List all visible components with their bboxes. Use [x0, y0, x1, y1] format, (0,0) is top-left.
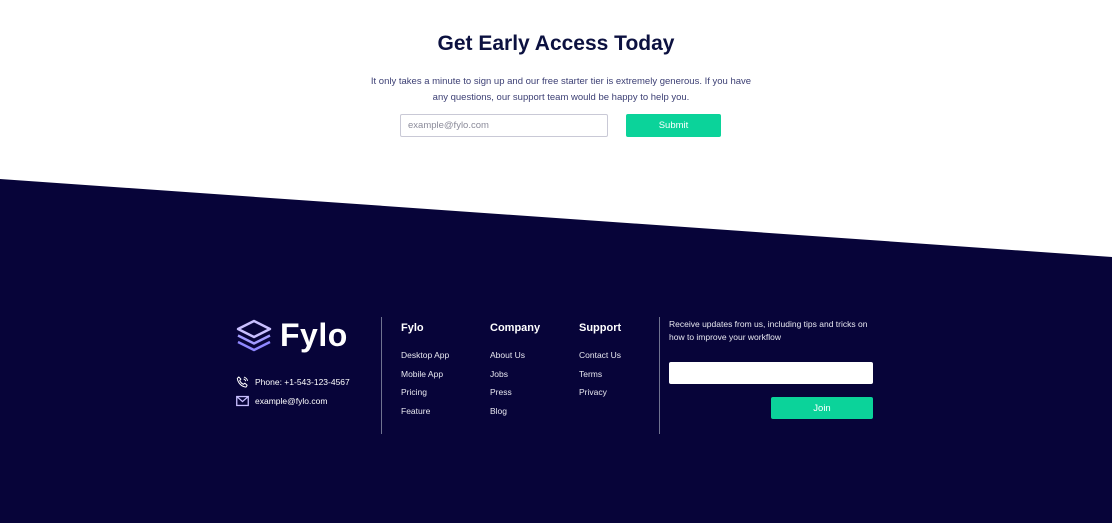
site-footer: Fylo Phone: +1-543-123-4567 example@fylo…: [0, 0, 1112, 523]
footer-link-pricing[interactable]: Pricing: [401, 387, 449, 406]
footer-link-blog[interactable]: Blog: [490, 406, 540, 425]
footer-divider: [659, 317, 660, 434]
footer-column-title: Company: [490, 322, 541, 334]
brand-name: Fylo: [280, 317, 348, 353]
newsletter-text: Receive updates from us, including tips …: [669, 319, 868, 342]
contact-phone: Phone: +1-543-123-4567: [236, 376, 350, 388]
newsletter-email-input[interactable]: [669, 362, 873, 384]
footer-column-support: Support Contact Us Terms Privacy: [579, 322, 621, 406]
email-text: example@fylo.com: [255, 396, 328, 406]
footer-link-desktop-app[interactable]: Desktop App: [401, 350, 449, 369]
footer-link-press[interactable]: Press: [490, 387, 540, 406]
footer-link-terms[interactable]: Terms: [579, 369, 621, 388]
footer-link-about-us[interactable]: About Us: [490, 350, 540, 369]
footer-link-feature[interactable]: Feature: [401, 406, 449, 425]
footer-link-jobs[interactable]: Jobs: [490, 369, 540, 388]
footer-link-privacy[interactable]: Privacy: [579, 387, 621, 406]
footer-divider: [381, 317, 382, 434]
fylo-logo[interactable]: Fylo: [236, 317, 348, 354]
phone-icon: [236, 376, 249, 388]
footer-column-fylo: Fylo Desktop App Mobile App Pricing Feat…: [401, 322, 449, 424]
phone-text: Phone: +1-543-123-4567: [255, 377, 350, 387]
stack-layers-icon: [236, 319, 272, 351]
footer-column-title: Fylo: [401, 322, 424, 334]
contact-email: example@fylo.com: [236, 395, 327, 407]
footer-link-mobile-app[interactable]: Mobile App: [401, 369, 449, 388]
join-button[interactable]: Join: [771, 397, 873, 419]
footer-link-contact-us[interactable]: Contact Us: [579, 350, 621, 369]
footer-column-company: Company About Us Jobs Press Blog: [490, 322, 540, 424]
mail-icon: [236, 395, 249, 407]
footer-column-title: Support: [579, 322, 622, 334]
